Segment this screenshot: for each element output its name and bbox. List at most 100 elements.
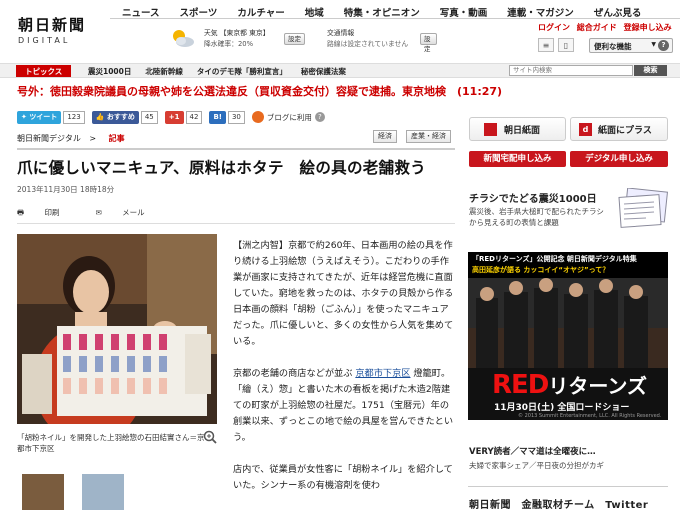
twitter-team-heading[interactable]: 朝日新聞 金融取材チーム Twitter [469, 496, 648, 511]
mobile-icon[interactable]: ▯ [558, 38, 574, 52]
blog-link[interactable]: ブログに利用 [267, 112, 312, 123]
article-photo[interactable] [17, 234, 217, 424]
tweet-label: ツイート [29, 112, 58, 121]
gplus-count: 42 [185, 110, 203, 124]
printer-icon: 🖶 [17, 208, 27, 217]
weather-widget: 天気 【東京都 東京】 降水確率：20% 設定 [170, 26, 310, 50]
topics-label: トピックス [16, 65, 72, 77]
benri-feature-button[interactable]: 便利な機能 ▼ ? [589, 38, 673, 53]
help-icon[interactable]: ? [658, 40, 669, 51]
article-paragraph: 店内で、従業員が女性客に「胡粉ネイル」を紹介していた。シンナー系の有機溶剤を使わ [233, 464, 453, 491]
photo-thumbnail[interactable] [82, 474, 124, 510]
breadcrumb: 朝日新聞デジタル > 記事 [17, 133, 125, 144]
breadcrumb-separator: > [89, 134, 97, 143]
shimen-plus-button[interactable]: d 紙面にプラス [570, 117, 668, 141]
breaking-news-link[interactable]: 号外：徳田毅衆院議員の母親や姉を公選法違反（買収資金交付）容疑で逮捕。東京地検 … [17, 83, 502, 99]
tweet-count: 123 [63, 110, 85, 124]
mail-label: メール [122, 208, 145, 217]
digital-signup-button[interactable]: デジタル申し込み [570, 151, 668, 167]
global-nav: ニュース スポーツ カルチャー 地域 特集・オピニオン 写真・動画 連載・マガジ… [122, 5, 641, 19]
nav-item-culture[interactable]: カルチャー [237, 5, 284, 19]
recommend-label: おすすめ [106, 112, 135, 121]
plus-icon: d [579, 122, 592, 136]
nav-item-opinion[interactable]: 特集・オピニオン [344, 5, 420, 19]
article-body: 【洲之内智】京都で約260年、日本画用の絵の具を作り続ける上羽絵惣（うえばえそう… [233, 238, 455, 510]
topic-link[interactable]: タイのデモ隊「勝利宣言」 [197, 66, 287, 77]
right-column-divider [468, 486, 668, 487]
nav-item-sports[interactable]: スポーツ [180, 5, 218, 19]
nav-divider [110, 18, 680, 19]
chirashi-description: 震災後、岩手県大槌町で配られたチラシから見える町の表情と課題 [469, 207, 604, 227]
search-button[interactable]: 検索 [634, 65, 667, 76]
ad-header-line1: 「REDリターンズ」公開記念 朝日新聞デジタル特集 [472, 255, 637, 263]
mail-button[interactable]: ✉ メール [95, 207, 162, 220]
photo-caption: 「胡粉ネイル」を開発した上羽絵惣の石田結實さん＝京都市下京区 [17, 433, 205, 453]
nav-item-news[interactable]: ニュース [122, 5, 160, 19]
nav-item-all[interactable]: ぜんぶ見る [594, 5, 642, 19]
very-article-description[interactable]: 夫婦で家事シェア／平日夜の分担がカギ [469, 460, 604, 471]
register-link[interactable]: 登録申し込み [624, 23, 672, 32]
blog-icon[interactable] [251, 111, 264, 123]
topic-link[interactable]: 秘密保護法案 [301, 66, 346, 77]
rss-icon[interactable]: ≡ [538, 38, 554, 52]
weather-rain-chance: 降水確率：20% [204, 40, 254, 48]
logo-subtext: DIGITAL [18, 36, 71, 45]
login-link[interactable]: ログイン [538, 23, 570, 32]
help-icon[interactable]: ? [314, 112, 325, 122]
ad-title-returns: リターンズ [548, 374, 647, 398]
mail-icon: ✉ [95, 208, 105, 217]
logo-text: 朝日新聞 [18, 16, 87, 34]
print-button[interactable]: 🖶 印刷 [17, 207, 77, 220]
like-icon: 👍 [95, 112, 107, 121]
ad-title-red: RED [492, 370, 549, 400]
flyer-stack-image[interactable] [616, 188, 668, 232]
photo-thumbnail[interactable] [22, 474, 64, 510]
print-label: 印刷 [44, 208, 60, 217]
recommend-count: 45 [140, 110, 158, 124]
tag-economy[interactable]: 経済 [373, 130, 397, 143]
topic-link[interactable]: 震災1000日 [88, 66, 131, 77]
title-divider [17, 148, 455, 150]
facebook-recommend-button[interactable]: 👍 おすすめ [91, 110, 139, 124]
hatena-bookmark-button[interactable]: B! [209, 110, 226, 124]
asahi-shimen-label: 朝日紙面 [504, 125, 541, 136]
benri-label: 便利な機能 [594, 42, 632, 51]
ad-copyright: © 2013 Summit Entertainment, LLC. All Ri… [518, 413, 662, 419]
hatena-count: 30 [227, 110, 245, 124]
tweet-button[interactable]: ✦ ツイート [17, 110, 62, 124]
gplus-button[interactable]: +1 [164, 110, 184, 124]
article-date: 2013年11月30日 18時18分 [17, 185, 115, 194]
guide-link[interactable]: 総合ガイド [577, 23, 617, 32]
topic-link[interactable]: 北陸新幹線 [145, 66, 183, 77]
article-paragraph: 【洲之内智】京都で約260年、日本画用の絵の具を作り続ける上羽絵惣（うえばえそう… [233, 240, 454, 347]
partly-cloudy-icon [173, 30, 194, 47]
paragraph-text: 燈籠町。「繪（え）惣」と書いた木の看板を掲げた木造2階建ての町家が上羽絵惣の社屋… [233, 368, 454, 443]
breadcrumb-current: 記事 [108, 134, 125, 143]
newspaper-icon [484, 122, 497, 136]
nav-item-series[interactable]: 連載・マガジン [507, 5, 574, 19]
zoom-icon[interactable] [203, 430, 217, 444]
nav-item-local[interactable]: 地域 [305, 5, 324, 19]
tools-divider [17, 223, 455, 224]
traffic-label: 交通情報 [327, 29, 355, 37]
traffic-settings-button[interactable]: 設定 [420, 33, 437, 53]
very-article-link[interactable]: VERY読者／ママ道は全曜夜に… [469, 445, 596, 457]
movie-advertisement[interactable]: 「REDリターンズ」公開記念 朝日新聞デジタル特集 高田延彦が語る カッコイイ“… [468, 252, 668, 420]
breadcrumb-site-link[interactable]: 朝日新聞デジタル [17, 134, 81, 143]
chirashi-title-link[interactable]: チラシでたどる震災1000日 [469, 190, 597, 205]
home-delivery-button[interactable]: 新聞宅配申し込み [469, 151, 566, 167]
article-tools: 🖶 印刷 ✉ メール [17, 207, 181, 220]
article-paragraph: 京都の老舗の商店などが並ぶ 京都市下京区 燈籠町。「繪（え）惣」と書いた木の看板… [233, 366, 455, 446]
ad-release-date: 11月30日(土) 全国ロードショー [494, 403, 630, 413]
woman-with-nail-polish-photo [17, 234, 217, 424]
weather-settings-button[interactable]: 設定 [284, 33, 305, 45]
place-link[interactable]: 京都市下京区 [355, 368, 410, 379]
site-search-input[interactable] [509, 65, 633, 76]
site-logo[interactable]: 朝日新聞 DIGITAL [18, 14, 98, 45]
asahi-shimen-button[interactable]: 朝日紙面 [469, 117, 566, 141]
tag-industry-economy[interactable]: 産業・経済 [406, 130, 451, 143]
nav-item-photo[interactable]: 写真・動画 [440, 5, 488, 19]
article-title: 爪に優しいマニキュア、原料はホタテ 絵の具の老舗救う [17, 159, 426, 177]
movie-cast-image [468, 278, 668, 368]
utility-icons: ≡ ▯ [538, 38, 578, 52]
